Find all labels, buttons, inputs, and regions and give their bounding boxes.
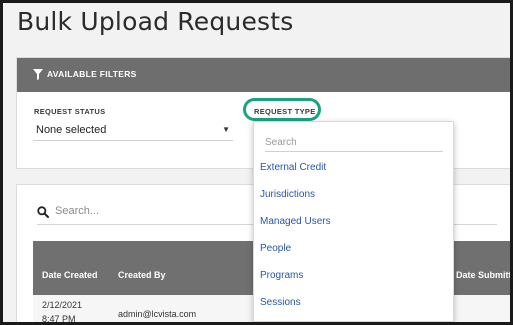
caret-down-icon: ▼ — [222, 125, 230, 134]
option-programs[interactable]: Programs — [254, 266, 453, 286]
request-status-label: REQUEST STATUS — [34, 107, 106, 116]
option-external-credit[interactable]: External Credit — [254, 158, 453, 178]
filter-funnel-icon — [33, 69, 43, 80]
request-status-value: None selected — [36, 124, 107, 136]
search-icon — [37, 206, 49, 218]
column-date-created[interactable]: Date Created — [42, 270, 98, 280]
filters-title: AVAILABLE FILTERS — [47, 69, 137, 79]
column-created-by[interactable]: Created By — [118, 270, 166, 280]
option-people[interactable]: People — [254, 239, 453, 259]
option-jurisdictions[interactable]: Jurisdictions — [254, 185, 453, 205]
page-title: Bulk Upload Requests — [17, 7, 294, 36]
column-date-submitted[interactable]: Date Submitt — [456, 270, 510, 280]
request-status-select[interactable]: None selected ▼ — [33, 121, 233, 141]
request-type-label[interactable]: REQUEST TYPE — [254, 107, 316, 116]
screen: Bulk Upload Requests AVAILABLE FILTERS R… — [3, 3, 510, 322]
option-sessions[interactable]: Sessions — [254, 293, 453, 313]
filters-header[interactable]: AVAILABLE FILTERS — [17, 58, 510, 92]
requests-search-input[interactable] — [55, 203, 255, 219]
cell-created-by: admin@lcvista.com — [118, 309, 197, 319]
cell-time-created: 8:47 PM — [42, 314, 76, 322]
dropdown-search-input[interactable] — [265, 134, 443, 152]
request-type-dropdown: External Credit Jurisdictions Managed Us… — [253, 121, 454, 322]
option-managed-users[interactable]: Managed Users — [254, 212, 453, 232]
cell-date-created: 2/12/2021 — [42, 300, 83, 310]
